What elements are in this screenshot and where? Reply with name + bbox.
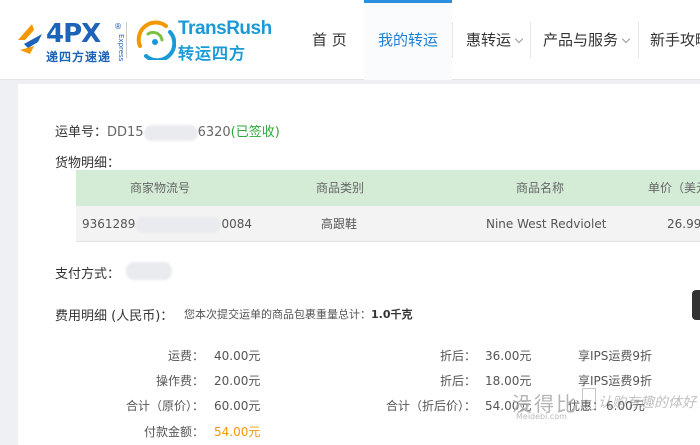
total-original-label: 合计（原价）： (125, 399, 204, 413)
cell-price: 26.99 (667, 217, 700, 231)
column-header-tracking: 商家物流号 (130, 181, 191, 195)
feedback-side-tab[interactable] (692, 290, 700, 320)
watermark-site-text: Meidebi.com (516, 412, 567, 421)
handling-discount-label: 折后： (439, 374, 476, 388)
nav-hui-transfer[interactable]: 惠转运 (466, 0, 524, 80)
transrush-logo[interactable]: TransRush 转运四方 (134, 16, 272, 63)
transrush-ring-icon (136, 20, 176, 60)
freight-discount-label: 折后： (439, 349, 476, 363)
waybill-label: 运单号： (55, 125, 108, 140)
handling-discount-value: 18.00元 (485, 374, 532, 388)
nav-my-transfer-label: 我的转运 (377, 31, 438, 49)
column-header-name: 商品名称 (516, 181, 565, 195)
waybill-number-prefix: DD15 (107, 125, 144, 140)
4px-logo-text: 4PX (46, 19, 101, 49)
handling-value: 20.00元 (214, 374, 261, 388)
nav-divider (638, 22, 639, 58)
nav-divider (530, 22, 531, 58)
redacted-blur (126, 262, 172, 280)
meidebi-watermark: 没得比 Meidebi.com 认购有趣的体好 (512, 388, 700, 428)
watermark-script-text: 认购有趣的体好 (598, 395, 696, 411)
waybill-line: 运单号：DD15 6320(已签收) (55, 121, 280, 141)
weight-value: 1.0千克 (371, 308, 413, 321)
nav-hui-transfer-label: 惠转运 (466, 31, 512, 49)
table-header-row: 商家物流号 商品类别 商品名称 单价（美元 (76, 170, 700, 206)
column-header-price: 单价（美元 (648, 181, 700, 195)
freight-value: 40.00元 (214, 349, 261, 363)
chevron-down-icon (514, 34, 524, 44)
column-header-category: 商品类别 (316, 181, 365, 195)
handling-promo-text: 享IPS运费9折 (578, 374, 653, 388)
cell-product-name: Nine West Redviolet (486, 217, 607, 231)
paid-amount-value: 54.00元 (214, 425, 261, 439)
freight-discount-value: 36.00元 (485, 349, 532, 363)
nav-beginner-guide-label: 新手攻略 (650, 31, 700, 49)
nav-products-services[interactable]: 产品与服务 (543, 0, 631, 80)
nav-my-transfer[interactable]: 我的转运 (364, 0, 452, 80)
top-header: 4PX ® Express 递四方速递 TransRush 转运四方 首 页 我… (0, 0, 700, 80)
weight-note: 您本次提交运单的商品包裹重量总计：1.0千克 (184, 306, 413, 322)
transrush-logo-text: TransRush (178, 18, 272, 39)
nav-divider (452, 22, 453, 58)
fee-detail-title: 费用明细 (人民币)： (55, 309, 174, 324)
handling-label: 操作费： (155, 374, 204, 388)
freight-label: 运费： (167, 349, 204, 363)
cell-tracking: 9361289 0084 (82, 206, 252, 242)
registered-mark: ® (114, 22, 122, 31)
transrush-logo-subtext: 转运四方 (178, 44, 247, 63)
status-badge: (已签收) (230, 125, 280, 140)
4px-logo-subtext: 递四方速递 (46, 50, 112, 64)
weight-note-text: 您本次提交运单的商品包裹重量总计： (184, 308, 371, 321)
nav-products-services-label: 产品与服务 (543, 31, 619, 49)
nav-home-label: 首 页 (312, 31, 347, 49)
redacted-blur (135, 216, 222, 233)
total-discounted-label: 合计（折后价）： (385, 399, 476, 413)
express-vertical-text: Express (117, 34, 125, 62)
tracking-suffix: 0084 (221, 217, 252, 231)
nav-beginner-guide[interactable]: 新手攻略 (650, 0, 700, 80)
freight-promo-text: 享IPS运费9折 (578, 349, 653, 363)
logo-divider (126, 22, 127, 58)
4px-logo-mark-icon (18, 24, 42, 54)
waybill-number-suffix: 6320 (197, 125, 231, 140)
total-original-value: 60.00元 (214, 399, 261, 413)
paid-amount-label: 付款金额： (143, 425, 204, 439)
watermark-seal (582, 388, 596, 410)
goods-detail-label: 货物明细： (55, 156, 121, 171)
chevron-down-icon (621, 34, 631, 44)
table-row: 9361289 0084 高跟鞋 Nine West Redviolet 26.9… (76, 206, 700, 242)
4px-logo[interactable]: 4PX ® Express 递四方速递 (16, 19, 125, 64)
payment-method-label: 支付方式： (55, 267, 121, 282)
tracking-prefix: 9361289 (82, 217, 136, 231)
nav-home[interactable]: 首 页 (312, 0, 347, 80)
redacted-blur (143, 124, 198, 141)
cell-category: 高跟鞋 (321, 217, 358, 231)
